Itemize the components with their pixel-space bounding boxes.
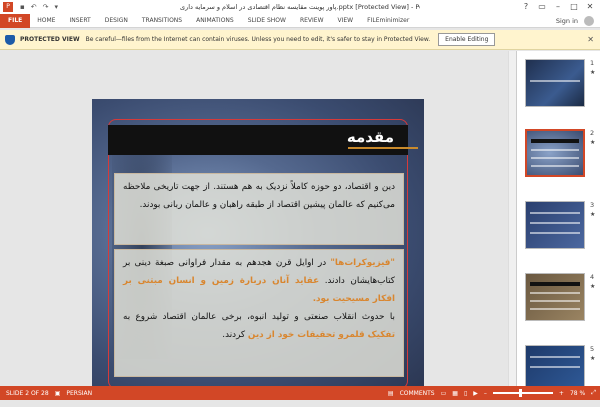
enable-editing-button[interactable]: Enable Editing [438,33,496,46]
animation-star-icon: ★ [590,69,596,76]
slide-editing-area: مقدمه دین و اقتصاد، دو حوزه کاملاً نزدیک… [0,51,516,397]
paragraph-3-highlight: تفکیک قلمرو تحقیقات خود از دین [247,330,395,340]
undo-icon[interactable]: ↶ [31,3,37,11]
tab-animations[interactable]: ANIMATIONS [189,17,241,24]
normal-view-icon[interactable]: ▭ [441,390,447,397]
close-icon[interactable]: ✕ [587,35,594,44]
save-icon[interactable]: ▪ [20,3,25,11]
comments-button[interactable]: COMMENTS [400,390,435,397]
slide-thumbnail[interactable] [525,273,585,321]
thumbnail-text-line [531,149,579,151]
tab-review[interactable]: REVIEW [293,17,331,24]
thumbnail-text-line [530,292,580,294]
redo-icon[interactable]: ↷ [43,3,49,11]
thumbnail-row[interactable]: 4 ★ [517,271,600,335]
tab-view[interactable]: VIEW [331,17,361,24]
animation-star-icon: ★ [590,355,596,362]
thumbnail-row[interactable]: 1 ★ [517,57,600,121]
zoom-slider[interactable] [492,389,553,397]
animation-star-icon: ★ [590,139,596,146]
ribbon-tabs: FILE HOME INSERT DESIGN TRANSITIONS ANIM… [0,13,600,28]
status-right: ▤ COMMENTS ▭ ▦ ▯ ▶ – + 78 % ⤢ [382,389,596,397]
zoom-in-icon[interactable]: + [559,390,564,397]
window-title: پاور پوینت مقایسه نظام اقتصادی در اسلام … [180,3,420,11]
slide-canvas[interactable]: مقدمه دین و اقتصاد، دو حوزه کاملاً نزدیک… [92,99,424,397]
slide-thumbnail[interactable] [525,201,585,249]
title-banner: مقدمه [108,125,418,155]
animation-star-icon: ★ [590,211,596,218]
sign-in-link[interactable]: Sign in [556,17,578,25]
title-bar: P ▪ ↶ ↷ ▾ پاور پوینت مقایسه نظام اقتصادی… [0,0,600,14]
thumbnail-text-line [530,366,580,368]
thumbnail-text-line [530,356,580,358]
avatar[interactable] [584,15,594,26]
file-tab[interactable]: FILE [0,13,31,28]
slideshow-icon[interactable]: ▶ [473,390,478,397]
zoom-out-icon[interactable]: – [484,390,487,397]
text-box-2[interactable]: "فیزیوکرات‌ها" در اوایل قرن هجدهم به مقد… [114,249,404,377]
tab-home[interactable]: HOME [30,17,62,24]
animation-star-icon: ★ [590,283,596,290]
slide-number: 5 [590,345,595,353]
spell-check-icon[interactable]: ▣ [55,390,61,397]
help-icon[interactable]: ? [518,0,534,14]
slide-number: 3 [590,201,595,209]
slide-sorter-icon[interactable]: ▦ [452,390,458,397]
tab-design[interactable]: DESIGN [98,17,135,24]
maximize-icon[interactable]: □ [566,0,582,14]
window-controls: ? ▭ – □ ✕ [518,0,598,14]
comments-icon[interactable]: ▤ [388,390,394,397]
slide-counter: SLIDE 2 OF 28 [6,389,49,397]
physiocrats-term: "فیزیوکرات‌ها" [330,258,395,268]
quick-access-toolbar: ▪ ↶ ↷ ▾ [17,3,61,11]
protected-view-bar: PROTECTED VIEW Be careful—files from the… [0,30,600,50]
language-indicator[interactable]: PERSIAN [66,390,92,397]
vertical-scrollbar[interactable] [508,51,516,386]
thumbnail-text-line [531,157,579,159]
slide-number: 4 [590,273,595,281]
tab-slide-show[interactable]: SLIDE SHOW [241,17,293,24]
thumbnail-text-line [530,308,580,310]
slide-thumbnail[interactable] [525,59,585,107]
zoom-slider-thumb[interactable] [518,389,522,397]
minimize-icon[interactable]: – [550,0,566,14]
thumbnail-text-line [530,300,580,302]
protected-view-label: PROTECTED VIEW [20,36,80,43]
title-accent-line [348,147,418,149]
text-box-1[interactable]: دین و اقتصاد، دو حوزه کاملاً نزدیک به هم… [114,173,404,245]
slide-thumbnail-panel: 1 ★ 2 ★ 3 ★ 4 ★ 5 ★ [516,51,600,393]
paragraph-1: دین و اقتصاد، دو حوزه کاملاً نزدیک به هم… [123,182,395,210]
zoom-level[interactable]: 78 % [570,390,585,397]
thumbnail-row[interactable]: 2 ★ [517,127,600,191]
thumbnail-title-bar [530,282,580,286]
paragraph-3-text: با حدوث انقلاب صنعتی و تولید انبوه، برخی… [123,312,395,322]
fit-slide-icon[interactable]: ⤢ [591,389,596,397]
protected-view-message: Be careful—files from the Internet can c… [85,36,431,43]
slide-number: 1 [590,59,595,67]
thumbnail-text-line [530,80,580,82]
reading-view-icon[interactable]: ▯ [464,390,467,397]
thumbnail-text-line [530,212,580,214]
shield-icon [5,34,15,45]
thumbnail-title-bar [531,139,579,143]
powerpoint-icon: P [3,2,13,12]
slide-number: 2 [590,129,595,137]
slide-thumbnail-selected[interactable] [525,129,585,177]
close-icon[interactable]: ✕ [582,0,598,14]
ribbon-display-icon[interactable]: ▭ [534,0,550,14]
tab-fileminimizer[interactable]: FILEminimizer [360,17,416,24]
status-bar: SLIDE 2 OF 28 ▣ PERSIAN ▤ COMMENTS ▭ ▦ ▯… [0,386,600,400]
thumbnail-text-line [531,165,579,167]
paragraph-3-end: کردند. [222,330,248,340]
thumbnail-text-line [530,232,580,234]
tab-insert[interactable]: INSERT [62,17,97,24]
thumbnail-text-line [530,222,580,224]
tab-transitions[interactable]: TRANSITIONS [135,17,189,24]
slide-title[interactable]: مقدمه [347,128,394,146]
thumbnail-row[interactable]: 3 ★ [517,199,600,263]
customize-icon[interactable]: ▾ [55,3,59,11]
